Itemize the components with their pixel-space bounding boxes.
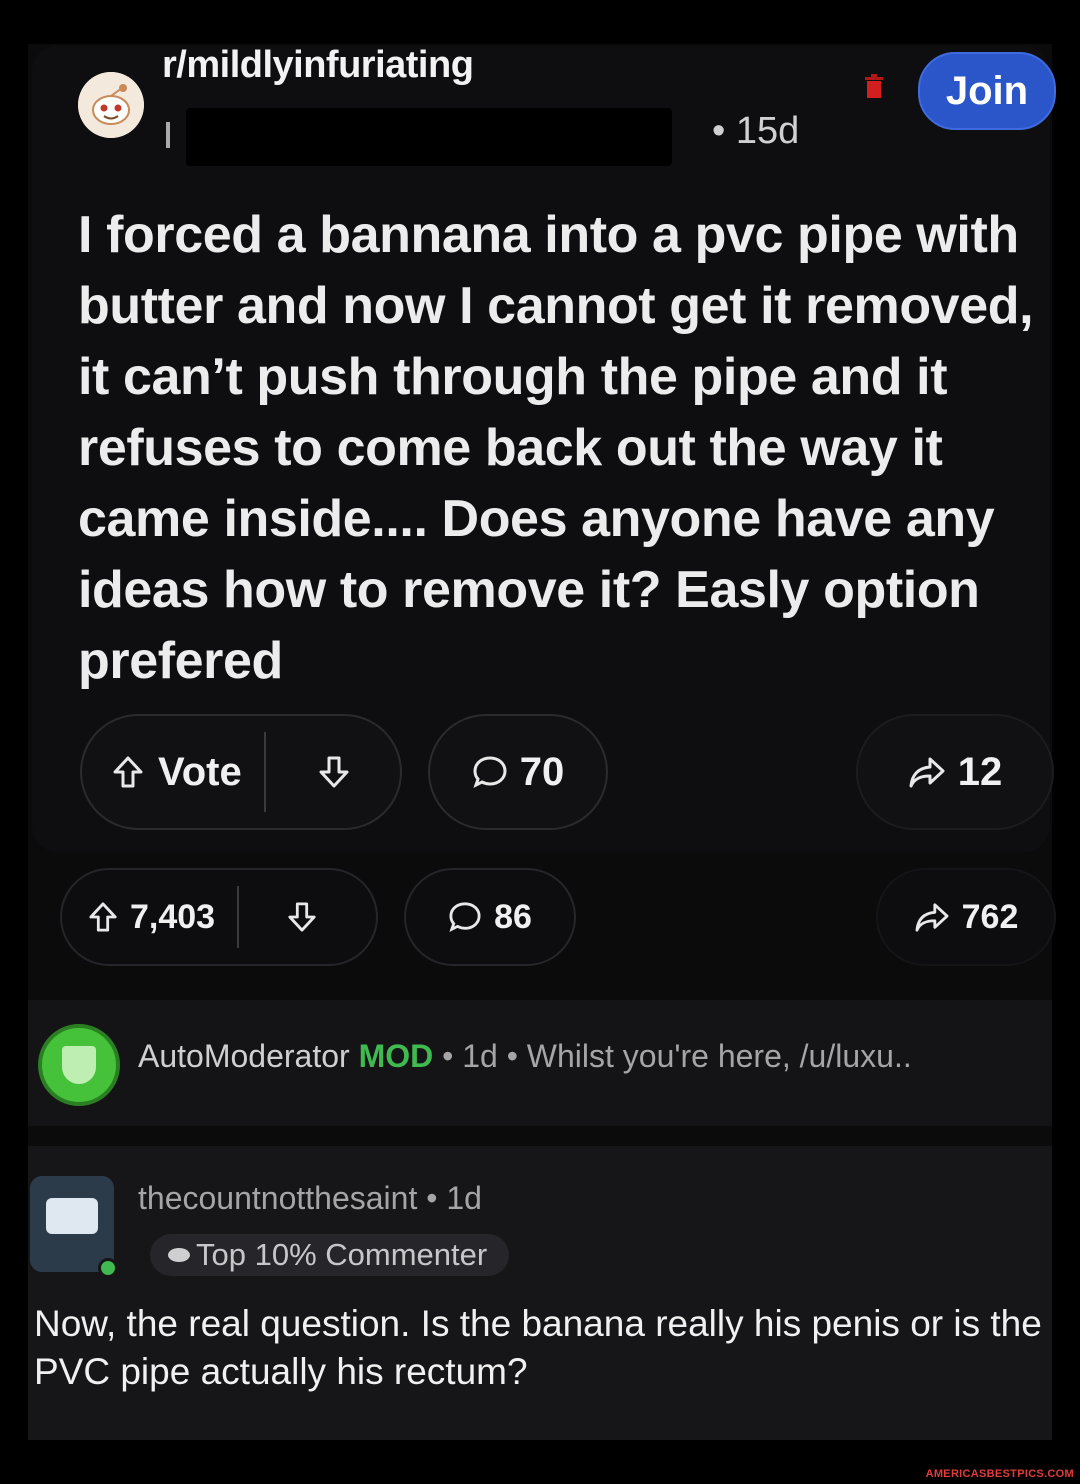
- badge-label: Top 10% Commenter: [196, 1237, 488, 1272]
- automod-avatar[interactable]: [38, 1024, 120, 1106]
- share-icon: [914, 901, 950, 933]
- comment-count: 70: [519, 749, 565, 794]
- downvote-icon[interactable]: [318, 755, 350, 789]
- automod-header: AutoModerator MOD • 1d • Whilst you're h…: [138, 1038, 912, 1075]
- trash-icon[interactable]: [864, 74, 884, 98]
- vote-control: Vote: [80, 714, 402, 830]
- avatar-screen: [46, 1198, 98, 1234]
- share-icon: [908, 755, 946, 789]
- upvote-icon[interactable]: [112, 755, 144, 789]
- post-title: I forced a bannana into a pvc pipe with …: [78, 206, 1034, 690]
- shield-icon: [62, 1046, 96, 1084]
- comment-header: thecountnotthesaint • 1d: [138, 1180, 482, 1217]
- upvote-count: 7,403: [130, 897, 216, 936]
- mod-badge: MOD: [358, 1038, 434, 1074]
- online-indicator: [98, 1258, 118, 1278]
- reddit-snoo-icon: [78, 72, 144, 138]
- join-button[interactable]: Join: [918, 52, 1056, 130]
- outer-vote-control: 7,403: [60, 868, 378, 966]
- outer-share-count: 762: [961, 897, 1019, 936]
- subreddit-name[interactable]: r/mildlyinfuriating: [162, 44, 474, 87]
- comment-age: • 1d: [417, 1180, 482, 1216]
- subreddit-avatar[interactable]: [78, 72, 144, 138]
- downvote-icon[interactable]: [287, 901, 317, 933]
- post-age: • 15d: [712, 110, 800, 152]
- vote-divider: [237, 886, 240, 948]
- username-fragment: [166, 122, 170, 148]
- vote-label: Vote: [158, 749, 242, 794]
- comments-button[interactable]: 70: [428, 714, 608, 830]
- outer-comments-button[interactable]: 86: [404, 868, 576, 966]
- snoo-badge-icon: [168, 1248, 190, 1262]
- commenter-username[interactable]: thecountnotthesaint: [138, 1180, 417, 1216]
- automod-username[interactable]: AutoModerator: [138, 1038, 350, 1074]
- redacted-username: [186, 108, 672, 166]
- vote-divider: [263, 732, 266, 812]
- outer-comment-count: 86: [494, 897, 532, 936]
- share-button[interactable]: 12: [856, 714, 1054, 830]
- commenter-badge: Top 10% Commenter: [150, 1234, 510, 1276]
- share-count: 12: [957, 749, 1003, 794]
- comment-icon: [448, 901, 482, 933]
- upvote-icon[interactable]: [88, 901, 118, 933]
- automod-meta: • 1d • Whilst you're here, /u/luxu..: [433, 1038, 912, 1074]
- watermark: AMERICASBESTPICS.COM: [925, 1468, 1074, 1480]
- commenter-avatar[interactable]: [30, 1176, 118, 1278]
- comment-icon: [472, 755, 508, 789]
- outer-share-button[interactable]: 762: [876, 868, 1056, 966]
- comment-body: Now, the real question. Is the banana re…: [34, 1303, 1042, 1392]
